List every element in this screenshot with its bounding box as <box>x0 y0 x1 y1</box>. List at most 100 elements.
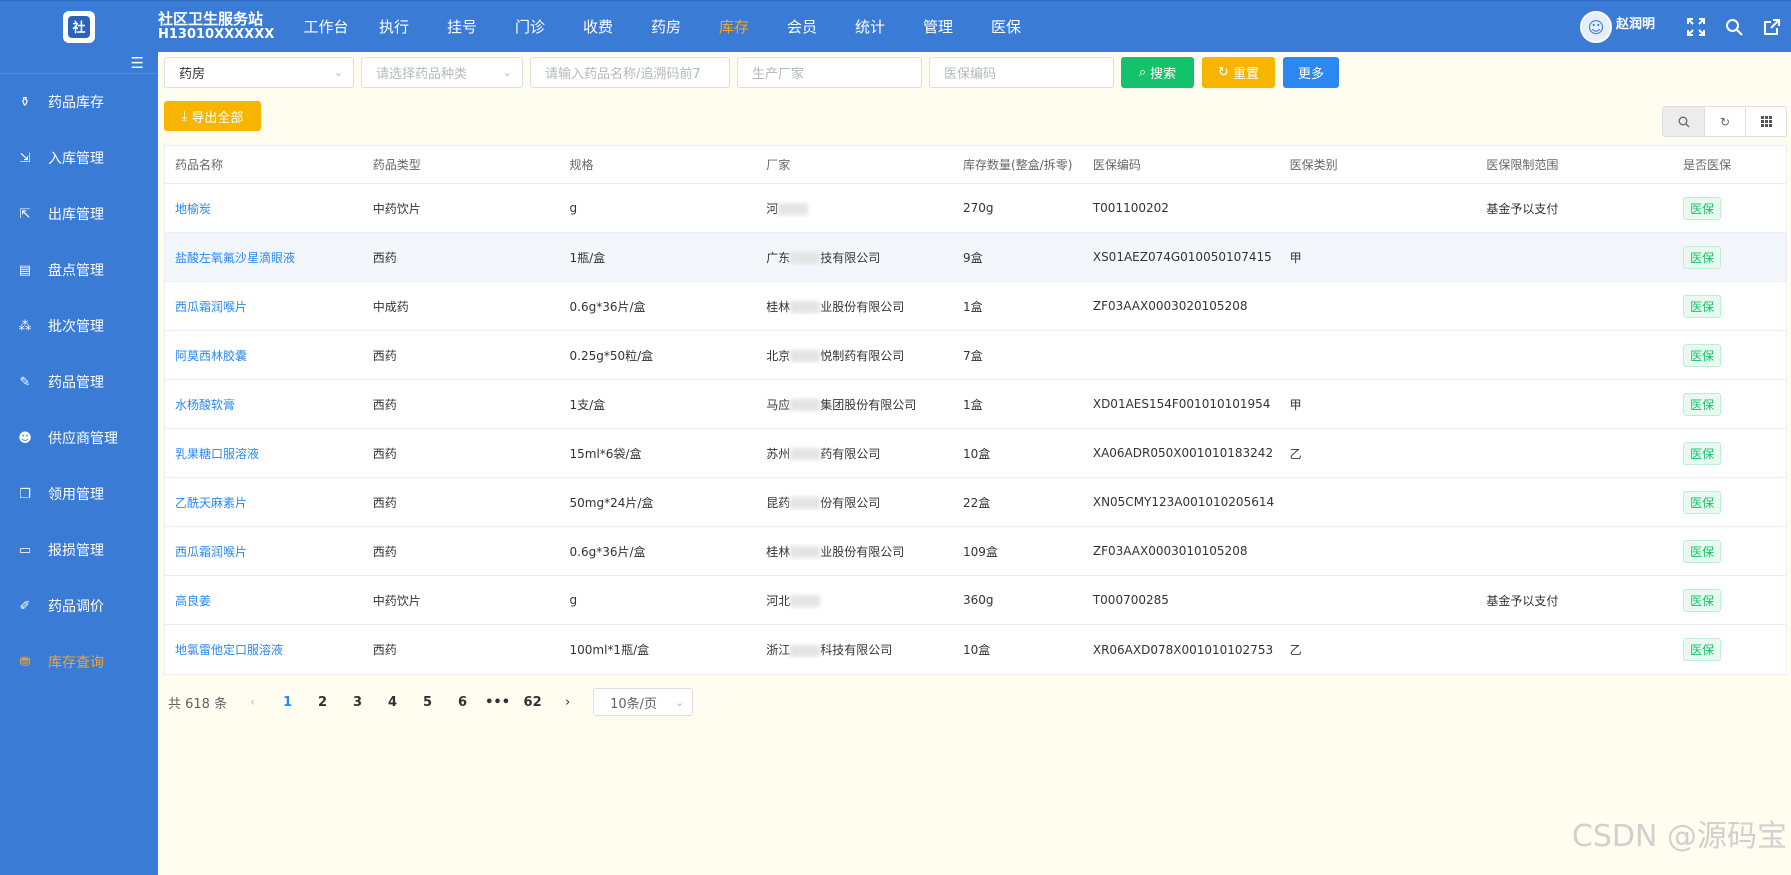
code-cell: XN05CMY123A001010205614 <box>1092 495 1275 509</box>
external-link-icon[interactable] <box>1753 1 1791 53</box>
sidebar-item[interactable]: ✎ 药品管理 <box>0 354 158 410</box>
table-row[interactable]: 阿莫西林胶囊 西药 0.25g*50粒/盒 北京 悦制药有限公司 7盒 医保 <box>165 331 1786 380</box>
total-count: 共 618 条 <box>168 696 228 712</box>
qty-cell: 1盒 <box>963 299 983 314</box>
sidebar-item[interactable]: ⛃ 库存查询 <box>0 634 158 690</box>
drug-name-link[interactable]: 乳果糖口服溶液 <box>175 447 259 461</box>
page-size-value: 10条/页 <box>610 696 658 712</box>
top-nav-item[interactable]: 库存 <box>700 16 768 37</box>
username[interactable]: 赵润明 <box>1616 13 1655 32</box>
prev-page-icon[interactable]: ‹ <box>235 695 270 710</box>
page-number[interactable]: 1 <box>270 695 305 710</box>
sidebar-item-label: 库存查询 <box>48 655 104 671</box>
insurance-code-input[interactable]: 医保编码 <box>929 57 1114 88</box>
manufacturer-suffix: 技有限公司 <box>820 250 881 265</box>
manufacturer-suffix: 业股份有限公司 <box>820 544 905 559</box>
fullscreen-icon[interactable] <box>1677 1 1715 53</box>
sidebar-item[interactable]: ✐ 药品调价 <box>0 578 158 634</box>
reset-button[interactable]: ↻ 重置 <box>1202 57 1275 88</box>
avatar[interactable]: ☺ <box>1579 11 1612 43</box>
drug-name-link[interactable]: 地氯雷他定口服溶液 <box>175 643 283 657</box>
sidebar-item[interactable]: ❐ 领用管理 <box>0 466 158 522</box>
pharmacy-select[interactable]: 药房 ⌄ <box>164 57 354 88</box>
sidebar-item[interactable]: ▤ 盘点管理 <box>0 242 158 298</box>
qty-cell: 10盒 <box>963 643 991 657</box>
more-button[interactable]: 更多 <box>1283 57 1339 88</box>
top-nav-item[interactable]: 收费 <box>564 16 632 37</box>
insurance-badge: 医保 <box>1683 588 1722 612</box>
drug-name-cell: 西瓜霜润喉片 <box>165 543 363 560</box>
top-nav-item[interactable]: 门诊 <box>496 16 564 37</box>
top-nav-item[interactable]: 执行 <box>360 16 428 37</box>
manufacturer-placeholder: 生产厂家 <box>752 67 805 82</box>
table-row[interactable]: 西瓜霜润喉片 中成药 0.6g*36片/盒 桂林 业股份有限公司 1盒 ZF03AAX000… <box>165 282 1786 331</box>
drug-name-link[interactable]: 乙酰天麻素片 <box>175 496 247 510</box>
sidebar-item[interactable]: ⇱ 出库管理 <box>0 186 158 242</box>
top-nav-item[interactable]: 医保 <box>972 16 1040 37</box>
page-number[interactable]: 4 <box>375 695 410 710</box>
spec-cell: 15ml*6袋/盒 <box>569 446 642 461</box>
sidebar-item[interactable]: ☻ 供应商管理 <box>0 410 158 466</box>
logo[interactable]: 社 <box>63 10 95 43</box>
category-select[interactable]: 请选择药品种类 ⌄ <box>361 57 523 88</box>
reset-button-label: 重置 <box>1232 67 1259 82</box>
drug-name-link[interactable]: 水杨酸软膏 <box>175 398 235 412</box>
cat-cell: 乙 <box>1289 446 1302 461</box>
manufacturer-cell: 昆药 份有限公司 <box>756 494 953 511</box>
sidebar-item-label: 药品库存 <box>48 95 104 111</box>
page-number[interactable]: 62 <box>515 695 550 710</box>
table-row[interactable]: 乙酰天麻素片 西药 50mg*24片/盒 昆药 份有限公司 22盒 XN05CMY123A0… <box>165 478 1786 527</box>
sidebar-item[interactable]: ⁂ 批次管理 <box>0 298 158 354</box>
limit-cell: 基金予以支付 <box>1486 201 1559 216</box>
drug-name-placeholder: 请输入药品名称/追溯码前7 <box>545 67 701 82</box>
code-cell: XS01AEZ074G010050107415 <box>1092 250 1272 264</box>
sidebar-item[interactable]: ⇲ 入库管理 <box>0 130 158 186</box>
manufacturer-input[interactable]: 生产厂家 <box>737 57 922 88</box>
drug-name-link[interactable]: 盐酸左氧氟沙星滴眼液 <box>175 251 295 265</box>
top-nav-item[interactable]: 药房 <box>632 16 700 37</box>
top-nav-item[interactable]: 挂号 <box>428 16 496 37</box>
code-cell: T000700285 <box>1092 593 1169 607</box>
table-row[interactable]: 地氯雷他定口服溶液 西药 100ml*1瓶/盒 浙江 科技有限公司 10盒 XR06AXD0… <box>165 625 1786 674</box>
drug-name-link[interactable]: 西瓜霜润喉片 <box>175 300 247 314</box>
sidebar-item-label: 批次管理 <box>48 319 104 335</box>
redacted-block <box>790 252 821 264</box>
top-nav-item[interactable]: 统计 <box>836 16 904 37</box>
collapse-menu-icon[interactable]: ☰ <box>0 52 158 74</box>
drug-name-input[interactable]: 请输入药品名称/追溯码前7 <box>530 57 730 88</box>
table-row[interactable]: 乳果糖口服溶液 西药 15ml*6袋/盒 苏州 药有限公司 10盒 XA06ADR050X0… <box>165 429 1786 478</box>
manufacturer-prefix: 浙江 <box>766 643 791 657</box>
toggle-search-icon[interactable] <box>1663 107 1704 136</box>
manufacturer-suffix: 悦制药有限公司 <box>820 348 905 363</box>
type-cell: 中药饮片 <box>372 593 421 608</box>
search-icon[interactable] <box>1715 1 1753 53</box>
export-all-button[interactable]: ⤓ 导出全部 <box>164 101 261 131</box>
drug-name-link[interactable]: 地榆炭 <box>175 202 211 216</box>
top-nav-item[interactable]: 工作台 <box>292 16 360 37</box>
page-number[interactable]: 2 <box>305 695 340 710</box>
table-row[interactable]: 高良姜 中药饮片 g 河北 360g T000700285 基金予以支付 医保 <box>165 576 1786 625</box>
chevron-down-icon: ⌄ <box>674 695 685 709</box>
page-number[interactable]: 5 <box>410 695 445 710</box>
sidebar-item[interactable]: ▭ 报损管理 <box>0 522 158 578</box>
columns-grid-icon[interactable] <box>1745 107 1786 136</box>
page-number[interactable]: 6 <box>445 695 480 710</box>
sidebar-item-label: 报损管理 <box>48 543 104 559</box>
page-size-select[interactable]: 10条/页 ⌄ <box>593 688 694 716</box>
table-row[interactable]: 盐酸左氧氟沙星滴眼液 西药 1瓶/盒 广东 技有限公司 9盒 XS01AEZ074G0100… <box>165 233 1786 282</box>
drug-name-link[interactable]: 高良姜 <box>175 594 211 608</box>
top-nav-item[interactable]: 会员 <box>768 16 836 37</box>
drug-name-link[interactable]: 西瓜霜润喉片 <box>175 545 247 559</box>
table-row[interactable]: 水杨酸软膏 西药 1支/盒 马应 集团股份有限公司 1盒 XD01AES154F001010… <box>165 380 1786 429</box>
sidebar-item[interactable]: ⚱ 药品库存 <box>0 74 158 130</box>
manufacturer-cell: 河 <box>756 200 953 217</box>
more-pages-icon[interactable]: ••• <box>480 695 515 710</box>
drug-name-link[interactable]: 阿莫西林胶囊 <box>175 349 247 363</box>
refresh-icon[interactable]: ↻ <box>1704 107 1745 136</box>
top-nav-item[interactable]: 管理 <box>904 16 972 37</box>
page-number[interactable]: 3 <box>340 695 375 710</box>
table-row[interactable]: 西瓜霜润喉片 西药 0.6g*36片/盒 桂林 业股份有限公司 109盒 ZF03AAX00… <box>165 527 1786 576</box>
search-button[interactable]: ⌕ 搜索 <box>1121 57 1194 88</box>
table-row[interactable]: 地榆炭 中药饮片 g 河 270g T001100202 基金予以支付 医保 <box>165 184 1786 233</box>
next-page-icon[interactable]: › <box>550 695 585 710</box>
